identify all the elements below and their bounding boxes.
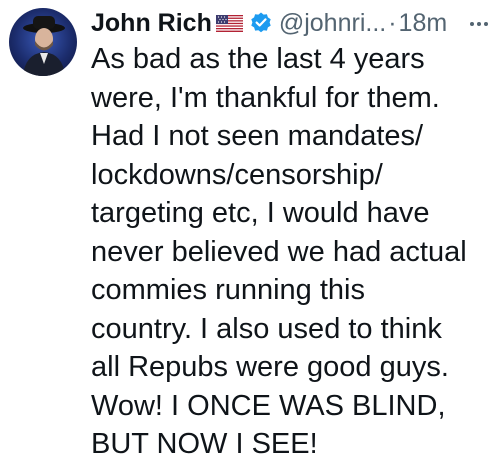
author-handle[interactable]: @johnri... bbox=[279, 9, 386, 38]
tweet: John Rich @johnri... · 18m As bad as the… bbox=[0, 0, 500, 474]
verified-badge-icon[interactable] bbox=[249, 11, 273, 35]
tweet-header: John Rich @johnri... · 18m bbox=[91, 6, 496, 40]
author-name[interactable]: John Rich bbox=[91, 9, 212, 38]
more-options-icon[interactable] bbox=[466, 14, 492, 34]
avatar[interactable] bbox=[9, 8, 77, 76]
avatar-image bbox=[23, 16, 65, 76]
separator-dot: · bbox=[388, 8, 397, 37]
tweet-text: As bad as the last 4 years were, I'm tha… bbox=[91, 43, 467, 460]
timestamp[interactable]: 18m bbox=[399, 9, 448, 38]
us-flag-icon bbox=[215, 14, 243, 32]
